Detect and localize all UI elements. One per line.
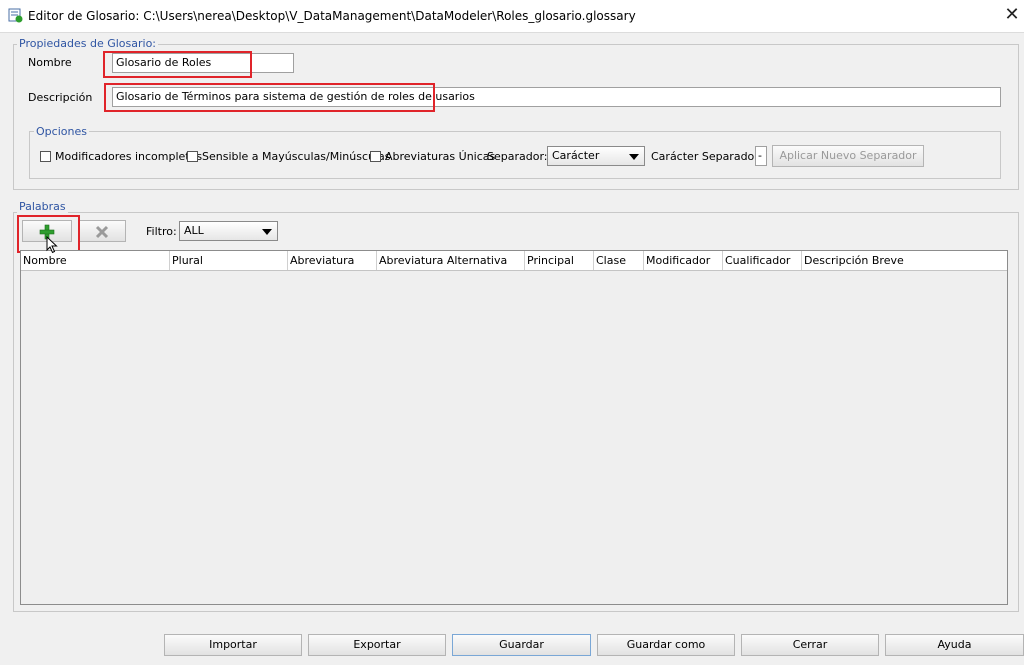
chevron-down-icon: [262, 229, 272, 235]
column-header-short-description[interactable]: Descripción Breve: [802, 251, 1007, 270]
column-header-plural[interactable]: Plural: [170, 251, 288, 270]
description-label: Descripción: [28, 91, 93, 104]
close-button[interactable]: Cerrar: [741, 634, 879, 656]
column-header-qualifier[interactable]: Cualificador: [723, 251, 802, 270]
glossary-properties-legend: Propiedades de Glosario:: [17, 37, 159, 50]
column-header-modifier[interactable]: Modificador: [644, 251, 723, 270]
column-header-name[interactable]: Nombre: [21, 251, 170, 270]
checkbox-box[interactable]: [370, 151, 381, 162]
window-title: Editor de Glosario: C:\Users\nerea\Deskt…: [28, 9, 636, 23]
apply-separator-button[interactable]: Aplicar Nuevo Separador: [772, 145, 924, 167]
separator-char-label: Carácter Separador:: [651, 150, 763, 163]
case-sensitive-label: Sensible a Mayúsculas/Minúsculas: [202, 150, 391, 163]
description-field[interactable]: Glosario de Términos para sistema de ges…: [112, 87, 1001, 107]
chevron-down-icon: [629, 154, 639, 160]
separator-select[interactable]: Carácter: [547, 146, 645, 166]
save-as-button[interactable]: Guardar como: [597, 634, 735, 656]
separator-select-value: Carácter: [552, 149, 600, 162]
column-header-main[interactable]: Principal: [525, 251, 594, 270]
case-sensitive-checkbox[interactable]: Sensible a Mayúsculas/Minúsculas: [187, 150, 391, 163]
delete-word-button[interactable]: [78, 220, 126, 242]
window-title-bar: Editor de Glosario: C:\Users\nerea\Deskt…: [0, 0, 1024, 33]
export-button[interactable]: Exportar: [308, 634, 446, 656]
name-label: Nombre: [28, 56, 72, 69]
filter-select-value: ALL: [184, 224, 204, 237]
save-button[interactable]: Guardar: [452, 634, 591, 656]
close-window-button[interactable]: ✕: [1000, 3, 1024, 27]
unique-abbreviations-label: Abreviaturas Únicas: [385, 150, 496, 163]
column-header-class[interactable]: Clase: [594, 251, 644, 270]
words-table-header: Nombre Plural Abreviatura Abreviatura Al…: [21, 251, 1007, 271]
separator-char-field[interactable]: -: [755, 146, 767, 166]
incomplete-modifiers-checkbox[interactable]: Modificadores incompletos: [40, 150, 202, 163]
help-button[interactable]: Ayuda: [885, 634, 1024, 656]
words-table[interactable]: Nombre Plural Abreviatura Abreviatura Al…: [20, 250, 1008, 605]
options-legend: Opciones: [34, 125, 89, 138]
column-header-abbreviation[interactable]: Abreviatura: [288, 251, 377, 270]
words-legend: Palabras: [17, 200, 68, 213]
unique-abbreviations-checkbox[interactable]: Abreviaturas Únicas: [370, 150, 495, 163]
import-button[interactable]: Importar: [164, 634, 302, 656]
glossary-editor-icon: [8, 8, 23, 23]
filter-select[interactable]: ALL: [179, 221, 278, 241]
filter-label: Filtro:: [146, 225, 177, 238]
separator-label: Separador:: [487, 150, 548, 163]
checkbox-box[interactable]: [40, 151, 51, 162]
incomplete-modifiers-label: Modificadores incompletos: [55, 150, 203, 163]
mouse-cursor-icon: [46, 236, 58, 254]
checkbox-box[interactable]: [187, 151, 198, 162]
delete-x-icon: [95, 225, 109, 239]
column-header-alt-abbreviation[interactable]: Abreviatura Alternativa: [377, 251, 525, 270]
name-field[interactable]: Glosario de Roles: [112, 53, 294, 73]
